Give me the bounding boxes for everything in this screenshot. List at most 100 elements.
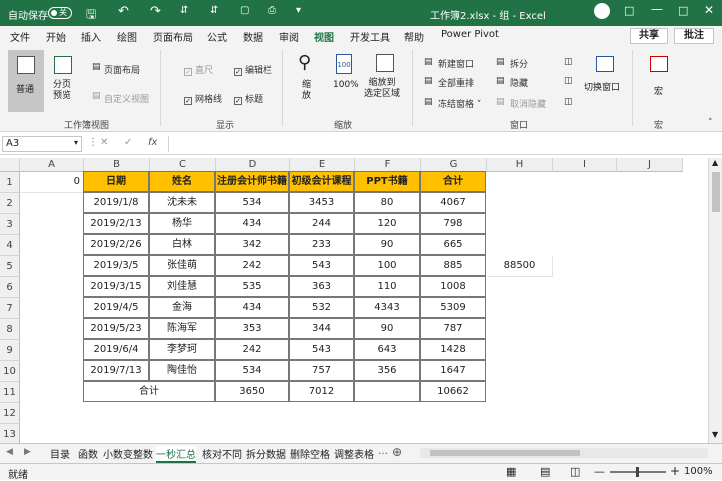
cell[interactable]: 张佳萌 [149, 255, 215, 276]
cell[interactable]: 110 [354, 276, 420, 297]
more-options-icon[interactable]: ⋮ [88, 137, 98, 148]
cell[interactable]: 合计 [420, 171, 486, 192]
cell[interactable]: 534 [215, 192, 289, 213]
share-button[interactable]: 共享 [630, 28, 668, 44]
cell[interactable]: 1647 [420, 360, 486, 381]
sheet-tab-active[interactable]: 一秒汇总 [156, 446, 196, 463]
cell[interactable]: 陈海军 [149, 318, 215, 339]
ribbon-display-icon[interactable]: □ [624, 4, 634, 17]
switch-windows-button[interactable]: 切换窗口 [584, 50, 624, 110]
arrange-all-button[interactable]: 全部重排 [438, 76, 474, 89]
tab-view[interactable]: 视图 [314, 29, 334, 48]
cell[interactable]: 3453 [289, 192, 354, 213]
cell[interactable]: 100 [354, 255, 420, 276]
name-box[interactable]: A3 [2, 136, 82, 152]
tab-draw[interactable]: 绘图 [117, 29, 137, 44]
cell[interactable]: 2019/3/15 [83, 276, 149, 297]
add-sheet-icon[interactable]: ⊕ [392, 445, 402, 459]
normal-view-status-icon[interactable]: ▦ [506, 465, 516, 478]
tab-page-layout[interactable]: 页面布局 [153, 29, 193, 44]
cell[interactable]: 535 [215, 276, 289, 297]
cell[interactable]: 2019/4/5 [83, 297, 149, 318]
zoom-slider[interactable] [610, 467, 666, 477]
reset-position-icon[interactable]: ◫ [564, 97, 573, 107]
cell[interactable]: 88500 [487, 256, 553, 277]
comments-button[interactable]: 批注 [674, 28, 714, 44]
sheet-tab[interactable]: 调整表格 [334, 446, 374, 461]
cell[interactable]: 2019/5/23 [83, 318, 149, 339]
page-break-status-icon[interactable]: ◫ [570, 465, 580, 478]
ruler-checkbox[interactable]: ✓ 直尺 [184, 63, 213, 76]
column-header-a[interactable]: A [20, 158, 84, 172]
horizontal-scroll-thumb[interactable] [430, 450, 580, 456]
cell[interactable]: 787 [420, 318, 486, 339]
cell[interactable]: 2019/1/8 [83, 192, 149, 213]
cell[interactable]: 5309 [420, 297, 486, 318]
row-header[interactable]: 6 [0, 277, 20, 298]
cell[interactable]: 初级会计课程 [289, 171, 354, 192]
cell[interactable]: 金海 [149, 297, 215, 318]
cell[interactable]: 532 [289, 297, 354, 318]
close-icon[interactable]: ✕ [704, 3, 714, 17]
cell[interactable]: 363 [289, 276, 354, 297]
scroll-down-icon[interactable]: ▼ [712, 430, 718, 439]
prev-sheet-icon[interactable]: ◀ [6, 447, 13, 457]
cell[interactable]: 242 [215, 339, 289, 360]
save-icon[interactable]: 🖫 [86, 5, 96, 26]
tab-power-pivot[interactable]: Power Pivot [441, 29, 499, 40]
cell[interactable]: 90 [354, 318, 420, 339]
formula-input[interactable] [168, 136, 710, 152]
row-header[interactable]: 9 [0, 340, 20, 361]
cell[interactable]: 刘佳慧 [149, 276, 215, 297]
cell[interactable]: 80 [354, 192, 420, 213]
cell[interactable]: 沈未未 [149, 192, 215, 213]
scroll-up-icon[interactable]: ▲ [712, 158, 718, 167]
cell[interactable]: 798 [420, 213, 486, 234]
cell[interactable]: 10662 [420, 381, 486, 402]
gridlines-checkbox[interactable]: ✓ 网格线 [184, 92, 222, 105]
more-sheets-icon[interactable]: … [378, 446, 388, 457]
select-all-corner[interactable] [0, 158, 20, 172]
cell[interactable]: 注册会计师书籍 [215, 171, 289, 192]
cell[interactable] [354, 381, 420, 402]
hide-button[interactable]: 隐藏 [510, 76, 528, 89]
tab-insert[interactable]: 插入 [81, 29, 101, 44]
custom-view-button[interactable]: 自定义视图 [104, 92, 149, 105]
user-avatar-icon[interactable] [594, 3, 610, 19]
tab-review[interactable]: 审阅 [279, 29, 299, 44]
tab-home[interactable]: 开始 [46, 29, 66, 44]
maximize-icon[interactable]: □ [678, 4, 688, 17]
cell[interactable]: 2019/3/5 [83, 255, 149, 276]
minimize-icon[interactable]: — [651, 2, 663, 16]
namebox-dropdown-icon[interactable]: ▾ [74, 138, 78, 147]
sheet-tab[interactable]: 函数 [78, 446, 98, 461]
collapse-ribbon-icon[interactable]: ˄ [708, 118, 713, 128]
row-header[interactable]: 10 [0, 361, 20, 382]
cell[interactable]: 665 [420, 234, 486, 255]
autosave-toggle[interactable]: 关 [48, 7, 72, 19]
sort-asc-icon[interactable]: ⇵ [180, 5, 188, 16]
cell[interactable]: 534 [215, 360, 289, 381]
cell[interactable]: 1008 [420, 276, 486, 297]
tab-formulas[interactable]: 公式 [207, 29, 227, 44]
cell[interactable]: 日期 [83, 171, 149, 192]
sort-desc-icon[interactable]: ⇵ [210, 5, 218, 16]
cell[interactable]: 2019/2/13 [83, 213, 149, 234]
horizontal-scrollbar[interactable] [420, 448, 708, 458]
sheet-tab[interactable]: 目录 [50, 446, 70, 461]
sheet-tab[interactable]: 删除空格 [290, 446, 330, 461]
cell[interactable]: 120 [354, 213, 420, 234]
zoom-level[interactable]: 100% [684, 466, 713, 477]
undo-icon[interactable]: ↶ [118, 4, 129, 19]
tab-help[interactable]: 帮助 [404, 29, 424, 44]
new-window-button[interactable]: 新建窗口 [438, 57, 474, 70]
row-header[interactable]: 3 [0, 214, 20, 235]
split-button[interactable]: 拆分 [510, 57, 528, 70]
column-header-j[interactable]: J [617, 158, 683, 172]
zoom-button[interactable]: ⚲ 缩 放 [294, 50, 320, 110]
column-header-e[interactable]: E [290, 158, 355, 172]
print-icon[interactable]: ⎙ [268, 5, 276, 16]
enter-icon[interactable]: ✓ [124, 137, 132, 148]
vertical-scrollbar[interactable]: ▲ ▼ [708, 158, 722, 443]
cell[interactable]: 0 [20, 172, 84, 193]
